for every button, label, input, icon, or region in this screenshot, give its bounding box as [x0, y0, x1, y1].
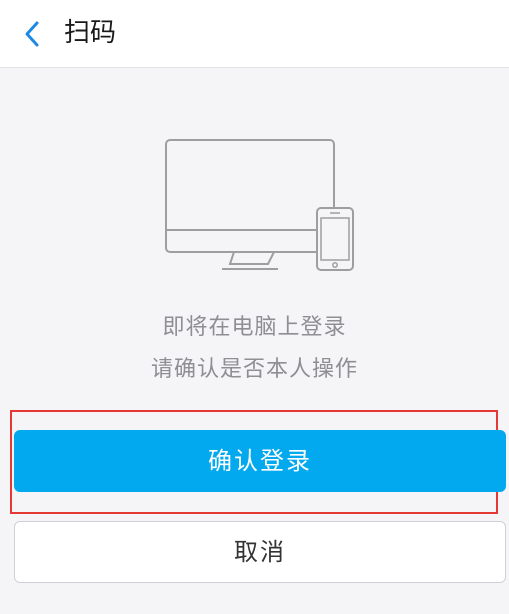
top-nav-bar: 扫码	[0, 0, 509, 68]
page-title: 扫码	[64, 18, 117, 48]
confirm-login-button[interactable]: 确认登录	[14, 430, 506, 492]
desktop-and-phone-icon	[160, 136, 360, 276]
login-message: 即将在电脑上登录	[162, 315, 347, 340]
chevron-left-icon	[25, 21, 39, 47]
cancel-button[interactable]: 取消	[14, 521, 506, 583]
confirm-prompt: 请确认是否本人操作	[150, 357, 358, 382]
back-button[interactable]	[12, 14, 52, 54]
